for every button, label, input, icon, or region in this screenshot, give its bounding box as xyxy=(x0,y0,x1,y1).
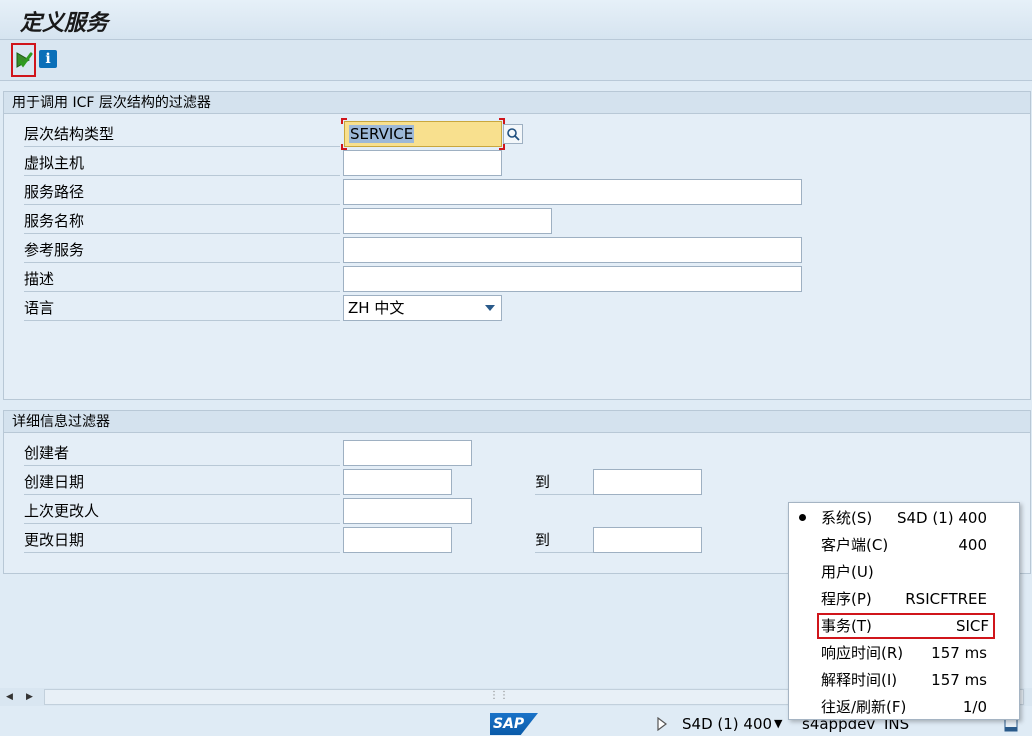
popup-item-response-time[interactable]: 响应时间(R) 157 ms xyxy=(789,640,1019,666)
detail-filter-group-title: 详细信息过滤器 xyxy=(4,411,1030,433)
chevron-down-icon xyxy=(485,305,495,311)
description-label: 描述 xyxy=(24,266,340,292)
changed-by-input[interactable] xyxy=(343,498,472,524)
language-label: 语言 xyxy=(24,295,340,321)
popup-item-roundtrips[interactable]: 往返/刷新(F) 1/0 xyxy=(789,694,1019,720)
scroll-grip-icon[interactable]: ⋮⋮ xyxy=(489,690,509,701)
popup-item-program[interactable]: 程序(P) RSICFTREE xyxy=(789,586,1019,612)
info-button[interactable]: i xyxy=(39,50,57,68)
hierarchy-type-value: SERVICE xyxy=(349,125,415,143)
changed-on-from-input[interactable] xyxy=(343,527,452,553)
selected-bullet-icon xyxy=(799,514,806,521)
service-name-input[interactable] xyxy=(343,208,552,234)
created-on-from-input[interactable] xyxy=(343,469,452,495)
service-path-input[interactable] xyxy=(343,179,802,205)
reference-service-input[interactable] xyxy=(343,237,802,263)
popup-item-user[interactable]: 用户(U) xyxy=(789,559,1019,585)
search-icon xyxy=(507,128,520,141)
system-info-popup: 系统(S) S4D (1) 400 客户端(C) 400 用户(U) 程序(P)… xyxy=(788,502,1020,720)
changed-on-to-label: 到 xyxy=(535,527,595,553)
page-title: 定义服务 xyxy=(20,10,109,36)
created-by-label: 创建者 xyxy=(24,440,340,466)
icf-filter-group-title: 用于调用 ICF 层次结构的过滤器 xyxy=(4,92,1030,114)
value-help-button[interactable] xyxy=(503,124,523,144)
scroll-left-icon[interactable]: ◀ xyxy=(6,692,13,702)
changed-on-label: 更改日期 xyxy=(24,527,340,553)
focus-corner xyxy=(341,118,347,124)
popup-item-system[interactable]: 系统(S) S4D (1) 400 xyxy=(789,505,1019,531)
description-input[interactable] xyxy=(343,266,802,292)
popup-item-interpretation-time[interactable]: 解释时间(I) 157 ms xyxy=(789,667,1019,693)
service-path-label: 服务路径 xyxy=(24,179,340,205)
language-select[interactable]: ZH 中文 xyxy=(343,295,502,321)
hierarchy-type-label: 层次结构类型 xyxy=(24,121,340,147)
status-system-dropdown-icon[interactable]: ▼ xyxy=(774,713,782,735)
info-icon: i xyxy=(45,51,51,67)
scroll-right-icon[interactable]: ▶ xyxy=(26,692,33,702)
execute-icon xyxy=(16,52,32,68)
reference-service-label: 参考服务 xyxy=(24,237,340,263)
layout-icon[interactable] xyxy=(1004,718,1018,732)
created-on-to-label: 到 xyxy=(535,469,595,495)
execute-button[interactable] xyxy=(11,43,36,77)
play-icon[interactable] xyxy=(656,717,668,731)
created-on-label: 创建日期 xyxy=(24,469,340,495)
popup-item-client[interactable]: 客户端(C) 400 xyxy=(789,532,1019,558)
changed-by-label: 上次更改人 xyxy=(24,498,340,524)
application-toolbar: i xyxy=(0,40,1032,81)
language-value: ZH 中文 xyxy=(348,299,405,317)
created-by-input[interactable] xyxy=(343,440,472,466)
service-name-label: 服务名称 xyxy=(24,208,340,234)
virtual-host-input[interactable] xyxy=(343,150,502,176)
sap-logo: SAP xyxy=(490,713,538,735)
hierarchy-type-input[interactable]: SERVICE xyxy=(344,121,502,147)
created-on-to-input[interactable] xyxy=(593,469,702,495)
changed-on-to-input[interactable] xyxy=(593,527,702,553)
title-bar: 定义服务 xyxy=(0,0,1032,40)
virtual-host-label: 虚拟主机 xyxy=(24,150,340,176)
status-system[interactable]: S4D (1) 400 xyxy=(682,713,772,735)
popup-item-transaction[interactable]: 事务(T) SICF xyxy=(817,613,995,639)
